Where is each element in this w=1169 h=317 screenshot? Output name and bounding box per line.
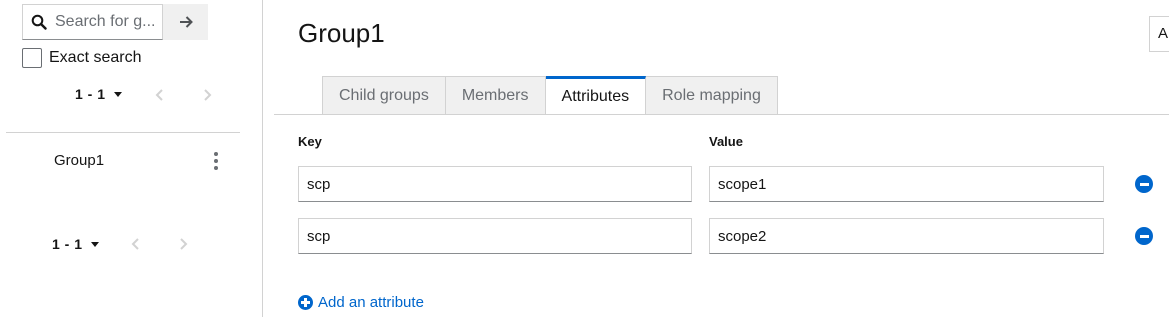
chevron-left-icon[interactable]	[154, 88, 166, 102]
chevron-right-icon[interactable]	[177, 237, 189, 251]
attribute-value-input[interactable]	[709, 166, 1104, 202]
sidebar-divider	[6, 132, 240, 133]
page-title: Group1	[298, 18, 385, 48]
sidebar-border	[262, 0, 263, 317]
arrow-right-icon	[179, 16, 193, 28]
key-column-header: Key	[298, 134, 322, 149]
pagination-count: 1 - 1	[75, 86, 106, 102]
chevron-left-icon[interactable]	[130, 237, 142, 251]
tab-child-groups[interactable]: Child groups	[322, 76, 446, 115]
search-input-group[interactable]	[22, 4, 163, 40]
search-input[interactable]	[55, 13, 155, 31]
value-column-header: Value	[709, 134, 743, 149]
attribute-key-input[interactable]	[298, 166, 692, 202]
add-attribute-button[interactable]: Add an attribute	[298, 294, 424, 311]
exact-search-label: Exact search	[49, 49, 142, 66]
chevron-right-icon[interactable]	[201, 88, 213, 102]
attribute-value-input[interactable]	[709, 218, 1104, 254]
exact-search-option[interactable]: Exact search	[22, 48, 141, 68]
pagination-top-toggle[interactable]: 1 - 1	[75, 86, 122, 102]
add-attribute-label: Add an attribute	[318, 294, 424, 311]
tab-attributes[interactable]: Attributes	[545, 76, 647, 115]
tab-divider	[274, 114, 1169, 115]
caret-down-icon	[113, 91, 122, 97]
search-submit-button[interactable]	[163, 4, 208, 40]
kebab-icon[interactable]	[210, 152, 222, 170]
pagination-count: 1 - 1	[52, 236, 83, 252]
group-tree-sidebar: Exact search 1 - 1 Group1 1 - 1	[0, 0, 262, 317]
search-icon	[31, 14, 47, 30]
plus-circle-icon	[298, 295, 313, 310]
tab-role-mapping[interactable]: Role mapping	[646, 76, 778, 115]
exact-search-checkbox[interactable]	[22, 48, 42, 68]
group-list-item[interactable]: Group1	[54, 152, 104, 169]
tab-members[interactable]: Members	[445, 76, 546, 115]
pagination-bottom-toggle[interactable]: 1 - 1	[52, 236, 99, 252]
tab-bar: Child groups Members Attributes Role map…	[322, 76, 778, 115]
minus-circle-icon[interactable]	[1135, 175, 1153, 193]
caret-down-icon	[90, 241, 99, 247]
minus-circle-icon[interactable]	[1135, 227, 1153, 245]
attribute-key-input[interactable]	[298, 218, 692, 254]
action-dropdown-button[interactable]: A	[1149, 16, 1169, 52]
